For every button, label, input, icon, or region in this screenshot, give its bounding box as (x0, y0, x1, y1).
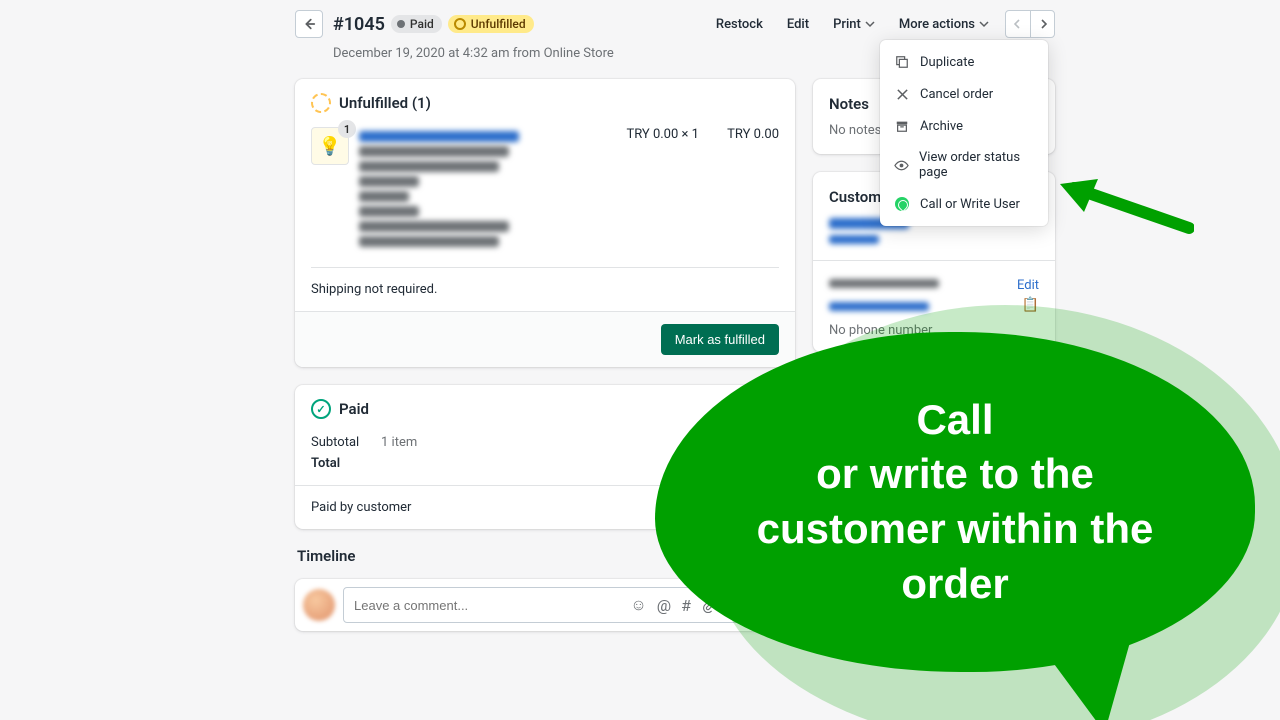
caret-down-icon (979, 19, 989, 29)
unit-price: TRY 0.00 × 1 (609, 127, 699, 142)
unfulfilled-card: Unfulfilled (1) 💡 1 (295, 79, 795, 367)
avatar (303, 589, 335, 621)
dropdown-duplicate[interactable]: Duplicate (880, 46, 1048, 78)
emoji-icon[interactable]: ☺ (630, 595, 646, 615)
shipping-note: Shipping not required. (295, 268, 795, 311)
customer-orders-link[interactable] (829, 235, 879, 244)
paid-badge: Paid (391, 15, 442, 33)
dropdown-duplicate-label: Duplicate (920, 55, 974, 70)
product-thumbnail[interactable]: 💡 1 (311, 127, 349, 165)
dropdown-cancel-label: Cancel order (920, 87, 993, 102)
order-number: #1045 (333, 14, 385, 35)
more-actions-label: More actions (899, 17, 975, 32)
archive-icon (894, 118, 910, 134)
comment-input[interactable] (354, 598, 630, 613)
paid-icon: ✓ (311, 399, 331, 419)
print-label: Print (833, 17, 861, 32)
annotation-bubble: Call or write to the customer within the… (655, 332, 1255, 672)
more-actions-button[interactable]: More actions (891, 13, 997, 36)
dropdown-call-or-write-label: Call or Write User (920, 197, 1020, 212)
next-order-button[interactable] (1030, 11, 1054, 37)
qty-badge: 1 (338, 120, 356, 138)
paid-title: Paid (339, 400, 369, 418)
eye-icon (894, 157, 909, 173)
more-actions-dropdown: Duplicate Cancel order Archive View orde… (880, 40, 1048, 226)
mention-icon[interactable]: @ (657, 596, 671, 615)
restock-action[interactable]: Restock (708, 13, 771, 36)
whatsapp-icon (894, 196, 910, 212)
annotation-arrow (1054, 176, 1194, 246)
dropdown-archive-label: Archive (920, 119, 963, 134)
subtotal-label: Subtotal (311, 435, 381, 450)
prev-order-button[interactable] (1006, 11, 1030, 37)
product-info (359, 127, 599, 251)
dropdown-view-status-label: View order status page (919, 150, 1034, 180)
caret-down-icon (865, 19, 875, 29)
edit-contact-link[interactable]: Edit (1017, 278, 1039, 293)
duplicate-icon (894, 54, 910, 70)
dropdown-cancel-order[interactable]: Cancel order (880, 78, 1048, 110)
unfulfilled-title: Unfulfilled (1) (339, 94, 431, 112)
line-total: TRY 0.00 (709, 127, 779, 142)
mark-as-fulfilled-button[interactable]: Mark as fulfilled (661, 324, 779, 355)
edit-action[interactable]: Edit (779, 13, 817, 36)
annotation-text: Call or write to the customer within the… (729, 393, 1182, 611)
unfulfilled-badge: Unfulfilled (448, 15, 534, 33)
unfulfilled-icon (311, 93, 331, 113)
hashtag-icon[interactable]: # (681, 596, 691, 615)
cancel-icon (894, 86, 910, 102)
total-label: Total (311, 456, 381, 471)
dropdown-view-status[interactable]: View order status page (880, 142, 1048, 188)
timeline-title: Timeline (297, 547, 355, 565)
back-button[interactable] (295, 10, 323, 38)
dropdown-archive[interactable]: Archive (880, 110, 1048, 142)
dropdown-call-or-write[interactable]: Call or Write User (880, 188, 1048, 220)
print-action[interactable]: Print (825, 13, 883, 36)
